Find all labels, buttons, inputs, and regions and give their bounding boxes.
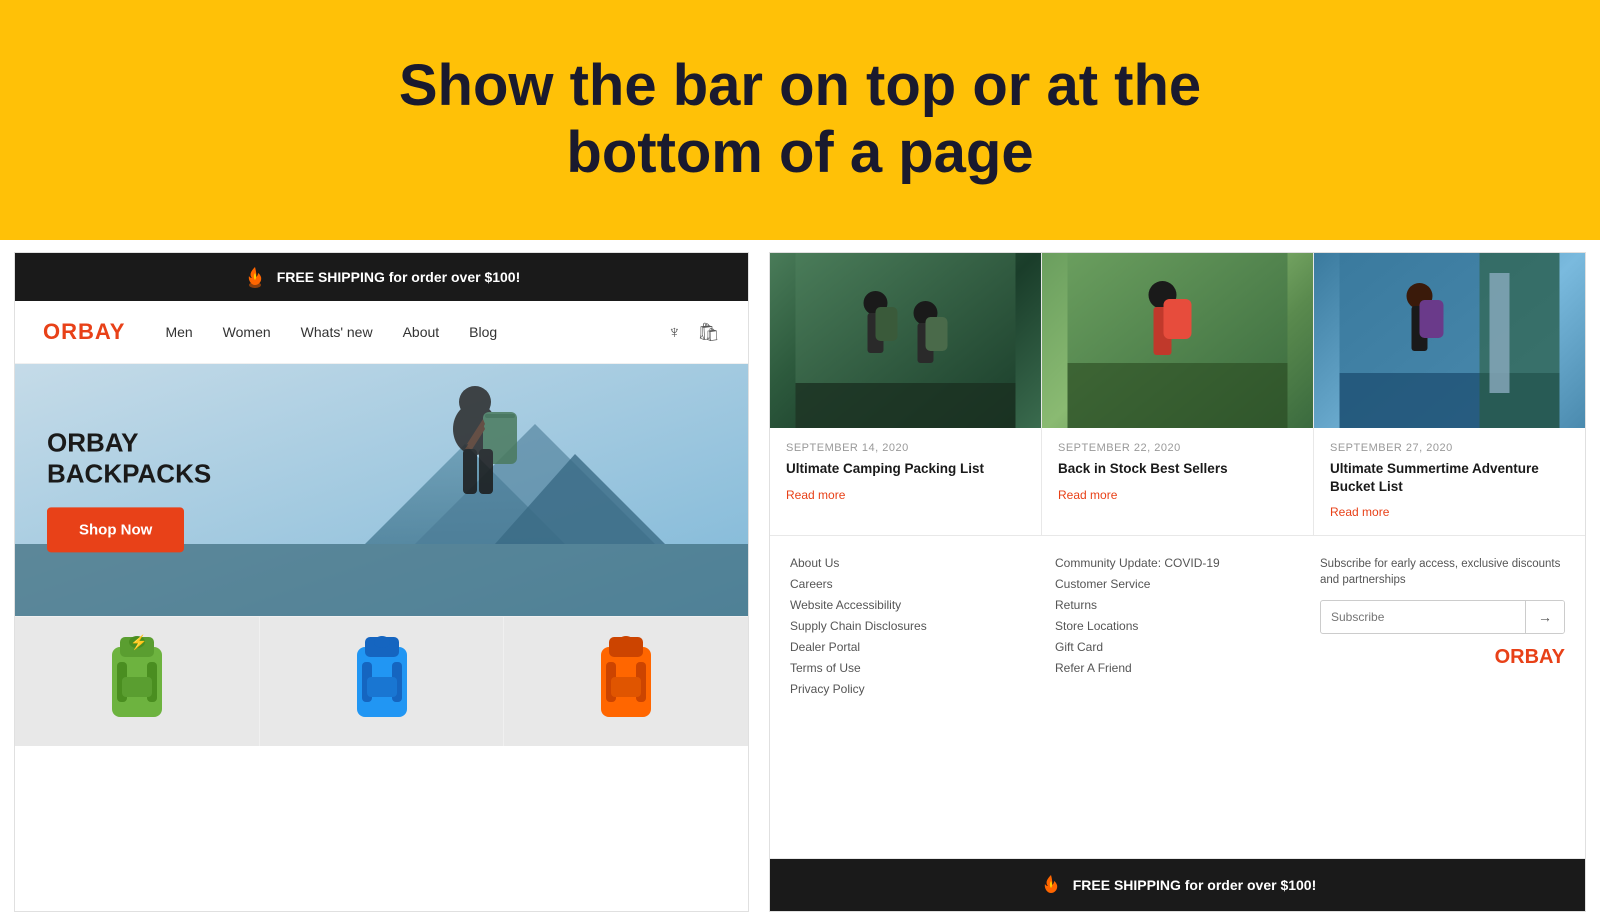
footer-link-privacy[interactable]: Privacy Policy [790, 682, 1035, 696]
nav-icons: ♆ 🛍 [668, 322, 720, 343]
top-banner: Show the bar on top or at the bottom of … [0, 0, 1600, 240]
footer-link-supply-chain[interactable]: Supply Chain Disclosures [790, 619, 1035, 633]
footer-link-customer-service[interactable]: Customer Service [1055, 577, 1300, 591]
footer-link-gift-card[interactable]: Gift Card [1055, 640, 1300, 654]
hero-title: ORBAY BACKPACKS [47, 427, 211, 489]
read-more-1[interactable]: Read more [786, 488, 845, 502]
backpack-green: ⚡ [102, 627, 172, 737]
blog-image-1 [770, 253, 1041, 428]
bottom-shipping-bar-text: FREE SHIPPING for order over $100! [1073, 877, 1317, 893]
bottom-flame-icon [1039, 873, 1063, 897]
left-panel: FREE SHIPPING for order over $100! ORBAY… [14, 252, 749, 912]
blog-post-2: SEPTEMBER 22, 2020 Back in Stock Best Se… [1042, 253, 1314, 535]
blog-image-2 [1042, 253, 1313, 428]
hero-text-block: ORBAY BACKPACKS Shop Now [47, 427, 211, 552]
bottom-shipping-bar: FREE SHIPPING for order over $100! [770, 859, 1585, 911]
backpack-blue [347, 627, 417, 737]
blog-date-3: SEPTEMBER 27, 2020 [1330, 442, 1569, 454]
footer-link-covid[interactable]: Community Update: COVID-19 [1055, 556, 1300, 570]
footer-subscribe-col: Subscribe for early access, exclusive di… [1320, 556, 1565, 842]
top-shipping-bar: FREE SHIPPING for order over $100! [15, 253, 748, 301]
footer-link-store-locations[interactable]: Store Locations [1055, 619, 1300, 633]
blog-title-3: Ultimate Summertime Adventure Bucket Lis… [1330, 460, 1569, 495]
read-more-2[interactable]: Read more [1058, 488, 1117, 502]
footer-link-careers[interactable]: Careers [790, 577, 1035, 591]
shipping-bar-text: FREE SHIPPING for order over $100! [277, 269, 521, 285]
subscribe-description: Subscribe for early access, exclusive di… [1320, 556, 1565, 588]
nav-whats-new[interactable]: Whats' new [301, 324, 373, 340]
main-content: FREE SHIPPING for order over $100! ORBAY… [0, 240, 1600, 900]
flame-icon [243, 265, 267, 289]
shop-now-button[interactable]: Shop Now [47, 508, 184, 553]
backpack-orange [591, 627, 661, 737]
nav-men[interactable]: Men [165, 324, 192, 340]
blog-image-3 [1314, 253, 1585, 428]
footer-link-terms[interactable]: Terms of Use [790, 661, 1035, 675]
subscribe-button[interactable]: → [1525, 601, 1564, 633]
blog-title-2: Back in Stock Best Sellers [1058, 460, 1297, 478]
blog-post-3-content: SEPTEMBER 27, 2020 Ultimate Summertime A… [1314, 428, 1585, 535]
footer-col-1: About Us Careers Website Accessibility S… [790, 556, 1035, 842]
product-thumb-1[interactable]: ⚡ [15, 617, 260, 746]
read-more-3[interactable]: Read more [1330, 505, 1389, 519]
footer-links: About Us Careers Website Accessibility S… [770, 536, 1585, 859]
blog-post-1: SEPTEMBER 14, 2020 Ultimate Camping Pack… [770, 253, 1042, 535]
banner-headline: Show the bar on top or at the bottom of … [399, 53, 1201, 186]
svg-text:⚡: ⚡ [130, 634, 147, 651]
blog-posts-row: SEPTEMBER 14, 2020 Ultimate Camping Pack… [770, 253, 1585, 536]
cart-icon[interactable]: 🛍 [697, 322, 720, 343]
product-row: ⚡ [15, 616, 748, 746]
footer-link-dealer[interactable]: Dealer Portal [790, 640, 1035, 654]
footer-link-refer[interactable]: Refer A Friend [1055, 661, 1300, 675]
product-thumb-2[interactable] [260, 617, 505, 746]
footer-logo: ORBAY [1320, 646, 1565, 669]
footer-link-returns[interactable]: Returns [1055, 598, 1300, 612]
nav-blog[interactable]: Blog [469, 324, 497, 340]
nav-women[interactable]: Women [223, 324, 271, 340]
nav-bar: ORBAY Men Women Whats' new About Blog ♆ … [15, 301, 748, 364]
nav-about[interactable]: About [403, 324, 440, 340]
blog-post-2-content: SEPTEMBER 22, 2020 Back in Stock Best Se… [1042, 428, 1313, 518]
blog-date-1: SEPTEMBER 14, 2020 [786, 442, 1025, 454]
footer-link-about-us[interactable]: About Us [790, 556, 1035, 570]
user-icon[interactable]: ♆ [668, 322, 682, 343]
footer-link-accessibility[interactable]: Website Accessibility [790, 598, 1035, 612]
blog-post-1-content: SEPTEMBER 14, 2020 Ultimate Camping Pack… [770, 428, 1041, 518]
footer-col-2: Community Update: COVID-19 Customer Serv… [1055, 556, 1300, 842]
product-thumb-3[interactable] [504, 617, 748, 746]
hero-section: ORBAY BACKPACKS Shop Now [15, 364, 748, 616]
blog-title-1: Ultimate Camping Packing List [786, 460, 1025, 478]
blog-post-3: SEPTEMBER 27, 2020 Ultimate Summertime A… [1314, 253, 1585, 535]
nav-links: Men Women Whats' new About Blog [165, 324, 667, 340]
nav-logo: ORBAY [43, 319, 125, 345]
subscribe-form: → [1320, 600, 1565, 634]
right-panel: SEPTEMBER 14, 2020 Ultimate Camping Pack… [769, 252, 1586, 912]
blog-date-2: SEPTEMBER 22, 2020 [1058, 442, 1297, 454]
subscribe-input[interactable] [1321, 602, 1525, 632]
